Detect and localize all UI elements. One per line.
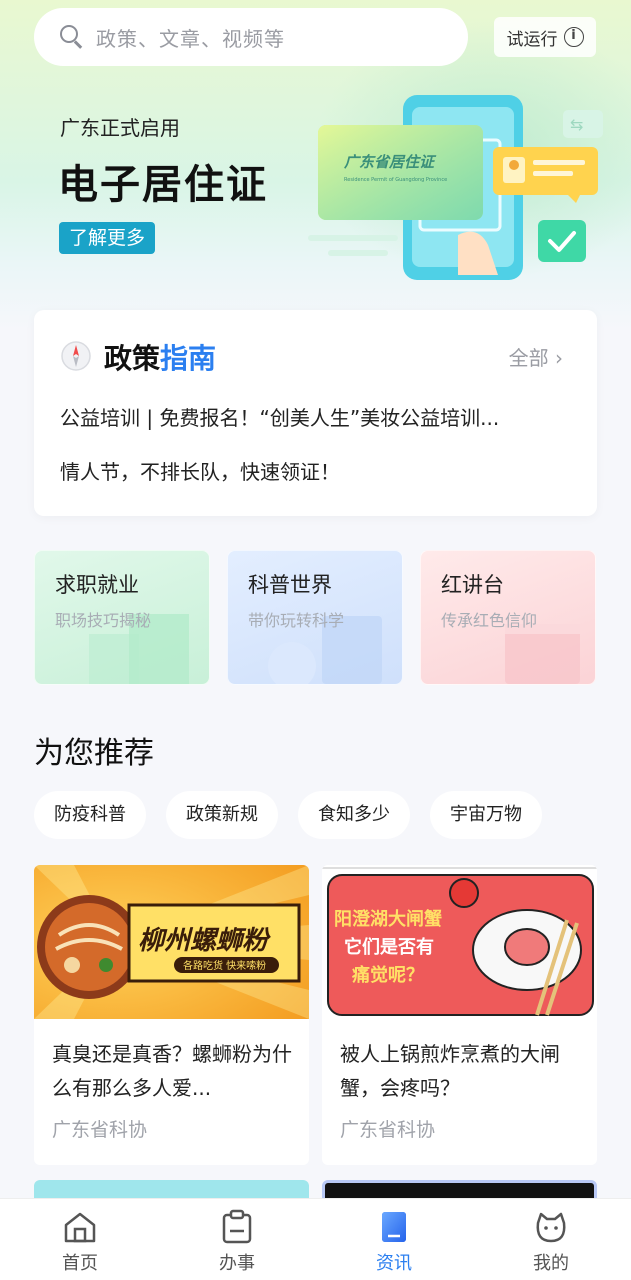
category-tile-red-lectern[interactable]: 红讲台 传承红色信仰 (420, 550, 596, 685)
policy-guide-card: 政策指南 全部 › 公益培训 | 免费报名！“创美人生”美妆公益培训... 情人… (34, 310, 597, 516)
tab-label: 办事 (219, 1253, 255, 1274)
category-title: 科普世界 (248, 573, 332, 597)
permit-card-text: 广东省居住证 (343, 153, 437, 171)
tab-label: 首页 (62, 1253, 98, 1274)
chip-policy[interactable]: 政策新规 (166, 791, 278, 839)
home-icon (64, 1212, 96, 1243)
category-title: 红讲台 (441, 573, 504, 597)
category-subtitle: 带你玩转科学 (248, 611, 345, 630)
check-bubble (538, 220, 586, 262)
policy-guide-title: 政策指南 (104, 337, 216, 377)
permit-card-subtext: Residence Permit of Guangdong Province (344, 177, 447, 183)
policy-item[interactable]: 情人节，不排长队，快速领证！ (60, 456, 340, 485)
bottom-tab-bar: 首页 办事 资讯 我的 (0, 1198, 631, 1280)
profile-icon (536, 1212, 566, 1243)
permit-card-gloss (318, 125, 483, 220)
chip-epidemic[interactable]: 防疫科普 (34, 791, 146, 839)
tab-news[interactable]: 资讯 (334, 1199, 454, 1280)
article-card[interactable]: 柳州螺蛳粉 各路吃货 快来嗦粉 真臭还是真香？螺蛳粉为什么有那么多人爱... 广… (34, 865, 309, 1165)
article-title: 真臭还是真香？螺蛳粉为什么有那么多人爱... (52, 1042, 292, 1100)
category-tile-science[interactable]: 科普世界 带你玩转科学 (227, 550, 403, 685)
thumbnail-line: 它们是否有 (344, 936, 434, 958)
learn-more-button[interactable]: 了解更多 (59, 222, 156, 254)
tab-mine[interactable]: 我的 (491, 1199, 611, 1280)
category-tile-jobs[interactable]: 求职就业 职场技巧揭秘 (34, 550, 210, 685)
article-source: 广东省科协 (340, 1119, 436, 1141)
trial-run-label: 试运行 (506, 29, 558, 50)
search-icon (60, 25, 84, 49)
view-all-link[interactable]: 全部 › (509, 342, 563, 371)
article-card[interactable]: 阳澄湖大闸蟹 它们是否有 痛觉呢？ 被人上锅煎炸烹煮的大闸蟹，会疼吗？ 广东省科… (322, 865, 597, 1165)
policy-title-part1: 政策 (104, 342, 161, 375)
banner-subtitle: 广东正式启用 (60, 116, 180, 140)
article-thumbnail: 柳州螺蛳粉 各路吃货 快来嗦粉 (34, 865, 309, 1019)
thumbnail-line: 阳澄湖大闸蟹 (334, 908, 442, 930)
svg-text:⇆: ⇆ (570, 115, 583, 134)
recommend-title: 为您推荐 (34, 736, 154, 771)
info-icon: i (563, 27, 584, 47)
article-title: 被人上锅煎炸烹煮的大闸蟹，会疼吗？ (340, 1042, 560, 1100)
chip-universe[interactable]: 宇宙万物 (430, 791, 542, 839)
banner-title: 电子居住证 (58, 162, 268, 208)
article-source: 广东省科协 (52, 1119, 148, 1141)
compass-icon (61, 341, 91, 371)
thumbnail-title: 柳州螺蛳粉 (138, 926, 271, 956)
trial-run-badge[interactable]: 试运行 i (494, 17, 596, 57)
category-subtitle: 职场技巧揭秘 (55, 611, 152, 630)
tab-home[interactable]: 首页 (20, 1199, 140, 1280)
tab-services[interactable]: 办事 (177, 1199, 297, 1280)
page: 政策、文章、视频等 试运行 i 广东正式启用 电子居住证 了解更多 广东省居住证… (0, 0, 631, 1280)
search-bar[interactable]: 政策、文章、视频等 (34, 8, 468, 66)
search-placeholder: 政策、文章、视频等 (96, 26, 285, 51)
clipboard-icon (222, 1209, 252, 1244)
policy-title-part2: 指南 (160, 342, 217, 375)
news-icon (382, 1212, 406, 1242)
policy-item[interactable]: 公益培训 | 免费报名！“创美人生”美妆公益培训... (60, 402, 499, 431)
article-thumbnail: 阳澄湖大闸蟹 它们是否有 痛觉呢？ (322, 865, 597, 1019)
chevron-right-icon: › (555, 346, 563, 370)
category-title: 求职就业 (55, 573, 139, 597)
view-all-label: 全部 (508, 346, 549, 370)
tab-label: 资讯 (376, 1253, 412, 1274)
thumbnail-subtitle: 各路吃货 快来嗦粉 (183, 959, 266, 972)
residence-permit-illustration[interactable]: 广东省居住证 Residence Permit of Guangdong Pro… (308, 85, 608, 300)
tab-label: 我的 (533, 1253, 569, 1274)
category-subtitle: 传承红色信仰 (441, 611, 538, 630)
thumbnail-line: 痛觉呢？ (352, 964, 424, 986)
chip-food[interactable]: 食知多少 (298, 791, 410, 839)
